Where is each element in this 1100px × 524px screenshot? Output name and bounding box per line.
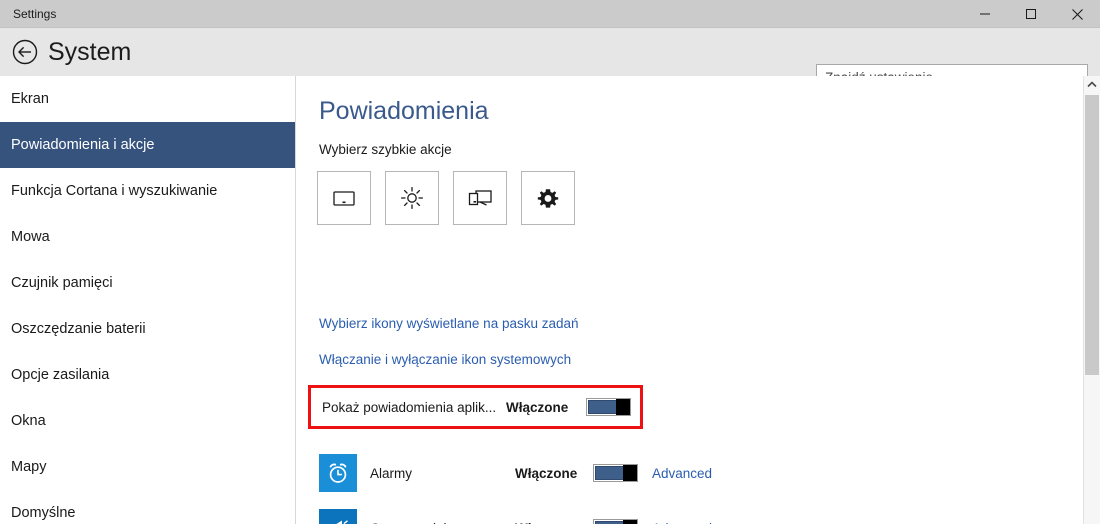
- minimize-button[interactable]: [962, 0, 1008, 28]
- sidebar-item-okna[interactable]: Okna: [0, 398, 295, 444]
- master-toggle-label: Pokaż powiadomienia aplik...: [322, 399, 497, 415]
- sidebar-item-mapy[interactable]: Mapy: [0, 444, 295, 490]
- maximize-icon: [1026, 9, 1036, 19]
- app-toggle-switch[interactable]: [593, 519, 638, 524]
- master-notification-row: Pokaż powiadomienia aplik... Włączone: [311, 388, 640, 426]
- brightness-icon: [400, 186, 424, 210]
- highlight-box: Pokaż powiadomienia aplik... Włączone: [308, 385, 643, 429]
- sidebar-item-label: Funkcja Cortana i wyszukiwanie: [11, 183, 218, 199]
- toggle-track: [588, 400, 617, 414]
- title-bar: Settings: [0, 0, 1100, 28]
- toggle-switch[interactable]: [586, 398, 631, 416]
- sidebar-item-label: Ekran: [11, 91, 49, 107]
- window-title: Settings: [13, 7, 57, 21]
- sidebar-item-label: Czujnik pamięci: [11, 275, 113, 291]
- alarm-clock-icon: [329, 463, 347, 483]
- sidebar-item-label: Opcje zasilania: [11, 367, 110, 383]
- toggle-switch[interactable]: [593, 464, 638, 482]
- advanced-link[interactable]: Advanced: [652, 466, 712, 481]
- quick-action-project-display[interactable]: [453, 171, 507, 225]
- toggle-track: [595, 466, 624, 480]
- sidebar-item-label: Mowa: [11, 229, 50, 245]
- maximize-button[interactable]: [1008, 0, 1054, 28]
- master-toggle-switch[interactable]: [586, 398, 631, 416]
- sidebar-item-label: Oszczędzanie baterii: [11, 321, 146, 337]
- quick-action-tablet-mode[interactable]: [317, 171, 371, 225]
- table-row: Centrum niejawnego... Włączone Advanced: [319, 508, 739, 524]
- table-row: Alarmy Włączone Advanced: [319, 453, 739, 493]
- toggle-thumb: [623, 520, 637, 524]
- tablet-mode-icon: [333, 191, 355, 206]
- page-header: System: [0, 28, 1100, 91]
- scrollbar-thumb[interactable]: [1085, 95, 1099, 375]
- content-title: Powiadomienia: [319, 97, 489, 125]
- quick-action-settings[interactable]: [521, 171, 575, 225]
- app-icon-centrum-niejawnego: [319, 509, 357, 524]
- sidebar-item-opcje-zasilania[interactable]: Opcje zasilania: [0, 352, 295, 398]
- main-content: Powiadomienia Wybierz szybkie akcje Wybi…: [297, 76, 1100, 524]
- app-toggle-switch[interactable]: [593, 464, 638, 482]
- back-button[interactable]: [9, 36, 41, 68]
- link-system-icons-onoff[interactable]: Włączanie i wyłączanie ikon systemowych: [319, 352, 571, 367]
- master-toggle-state: Włączone: [506, 399, 569, 415]
- project-display-icon: [468, 190, 492, 206]
- sidebar-item-label: Okna: [11, 413, 46, 429]
- back-arrow-icon: [12, 39, 38, 65]
- minimize-icon: [980, 13, 990, 15]
- scroll-up-button[interactable]: [1084, 76, 1100, 93]
- quick-actions-label: Wybierz szybkie akcje: [319, 142, 452, 157]
- sidebar-item-domyslne[interactable]: Domyślne: [0, 490, 295, 524]
- sidebar-item-mowa[interactable]: Mowa: [0, 214, 295, 260]
- sidebar: Ekran Powiadomienia i akcje Funkcja Cort…: [0, 76, 296, 524]
- app-state: Włączone: [515, 465, 578, 481]
- sidebar-item-ekran[interactable]: Ekran: [0, 76, 295, 122]
- toggle-thumb: [616, 399, 630, 415]
- sidebar-item-oszczedzanie-baterii[interactable]: Oszczędzanie baterii: [0, 306, 295, 352]
- chevron-up-icon: [1087, 81, 1097, 88]
- sidebar-item-label: Powiadomienia i akcje: [11, 137, 155, 153]
- settings-gear-icon: [537, 189, 559, 208]
- toggle-thumb: [623, 465, 637, 481]
- advanced-link[interactable]: Advanced: [652, 521, 712, 524]
- settings-window: Settings System Znajdź ustawienie Ekran …: [0, 0, 1100, 524]
- quick-action-brightness[interactable]: [385, 171, 439, 225]
- content-scrollbar[interactable]: [1083, 76, 1100, 524]
- sidebar-item-funkcja-cortana[interactable]: Funkcja Cortana i wyszukiwanie: [0, 168, 295, 214]
- quick-actions-grid: [317, 171, 575, 225]
- link-choose-taskbar-icons[interactable]: Wybierz ikony wyświetlane na pasku zadań: [319, 316, 579, 331]
- app-name: Centrum niejawnego...: [370, 521, 505, 524]
- sidebar-item-czujnik-pamieci[interactable]: Czujnik pamięci: [0, 260, 295, 306]
- sidebar-item-powiadomienia-i-akcje[interactable]: Powiadomienia i akcje: [0, 122, 295, 168]
- app-state: Włączone: [515, 521, 577, 524]
- sidebar-item-label: Domyślne: [11, 505, 76, 521]
- megaphone-icon: [336, 520, 348, 524]
- page-title: System: [48, 38, 132, 66]
- sidebar-item-label: Mapy: [11, 459, 47, 475]
- app-icon-alarmy: [319, 454, 357, 492]
- app-name: Alarmy: [370, 465, 413, 481]
- close-button[interactable]: [1054, 0, 1100, 28]
- close-icon: [1071, 8, 1083, 20]
- toggle-switch[interactable]: [593, 519, 638, 524]
